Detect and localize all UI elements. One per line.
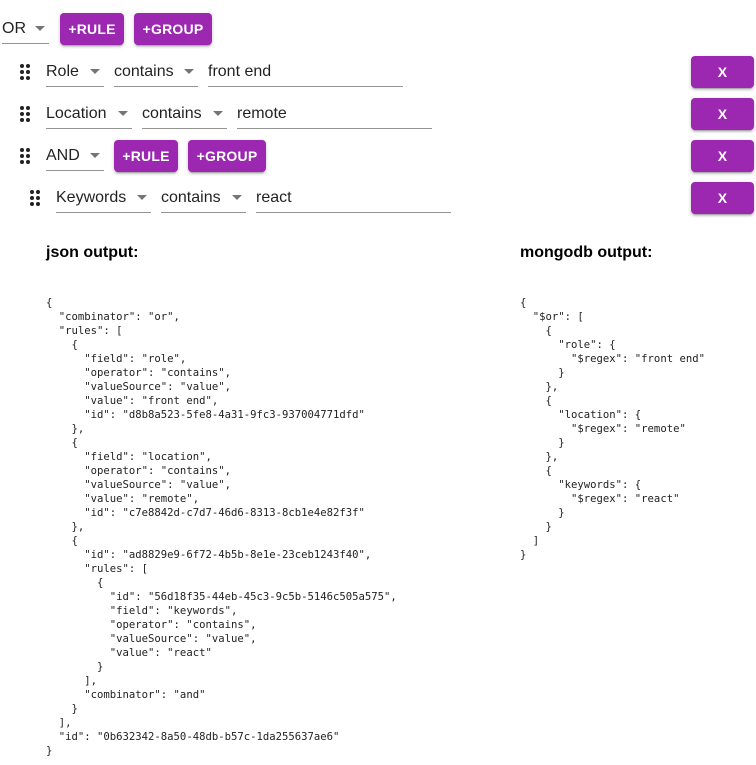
field-value: Keywords xyxy=(56,188,127,206)
chevron-down-icon xyxy=(90,69,100,74)
value-text: remote xyxy=(237,104,287,122)
remove-rule-button[interactable]: X xyxy=(691,56,754,88)
sub-add-rule-button[interactable]: +RULE xyxy=(114,140,178,172)
sub-combinator-value: AND xyxy=(46,146,80,164)
field-select[interactable]: Role xyxy=(46,57,104,87)
json-output-code: { "combinator": "or", "rules": [ { "fiel… xyxy=(46,297,397,757)
chevron-down-icon xyxy=(90,153,100,158)
sub-combinator-select[interactable]: AND xyxy=(46,141,104,171)
remove-group-button[interactable]: X xyxy=(691,140,754,172)
chevron-down-icon xyxy=(184,69,194,74)
operator-select[interactable]: contains xyxy=(161,183,246,213)
root-combinator-select[interactable]: OR xyxy=(2,14,49,44)
value-input[interactable]: react xyxy=(256,183,451,213)
chevron-down-icon xyxy=(213,111,223,116)
drag-handle-icon[interactable] xyxy=(30,190,40,206)
value-input[interactable]: remote xyxy=(237,99,432,129)
field-select[interactable]: Location xyxy=(46,99,132,129)
operator-select[interactable]: contains xyxy=(142,99,227,129)
json-output-heading: json output: xyxy=(46,244,139,261)
mongodb-output-heading: mongodb output: xyxy=(520,244,653,261)
sub-add-group-button[interactable]: +GROUP xyxy=(188,140,266,172)
drag-handle-icon[interactable] xyxy=(20,106,30,122)
drag-handle-icon[interactable] xyxy=(20,64,30,80)
value-text: front end xyxy=(208,62,272,80)
operator-value: contains xyxy=(142,104,202,122)
operator-select[interactable]: contains xyxy=(114,57,198,87)
root-add-rule-button[interactable]: +RULE xyxy=(60,13,124,45)
root-add-group-button[interactable]: +GROUP xyxy=(134,13,212,45)
operator-value: contains xyxy=(114,62,174,80)
field-value: Role xyxy=(46,62,79,80)
chevron-down-icon xyxy=(35,26,45,31)
remove-rule-button[interactable]: X xyxy=(691,182,754,214)
remove-rule-button[interactable]: X xyxy=(691,98,754,130)
mongodb-output-code: { "$or": [ { "role": { "$regex": "front … xyxy=(520,297,705,561)
chevron-down-icon xyxy=(118,111,128,116)
root-combinator-value: OR xyxy=(2,19,26,37)
value-text: react xyxy=(256,188,292,206)
drag-handle-icon[interactable] xyxy=(20,148,30,164)
field-value: Location xyxy=(46,104,107,122)
operator-value: contains xyxy=(161,188,221,206)
chevron-down-icon xyxy=(232,195,242,200)
value-input[interactable]: front end xyxy=(208,57,403,87)
chevron-down-icon xyxy=(137,195,147,200)
field-select[interactable]: Keywords xyxy=(56,183,151,213)
